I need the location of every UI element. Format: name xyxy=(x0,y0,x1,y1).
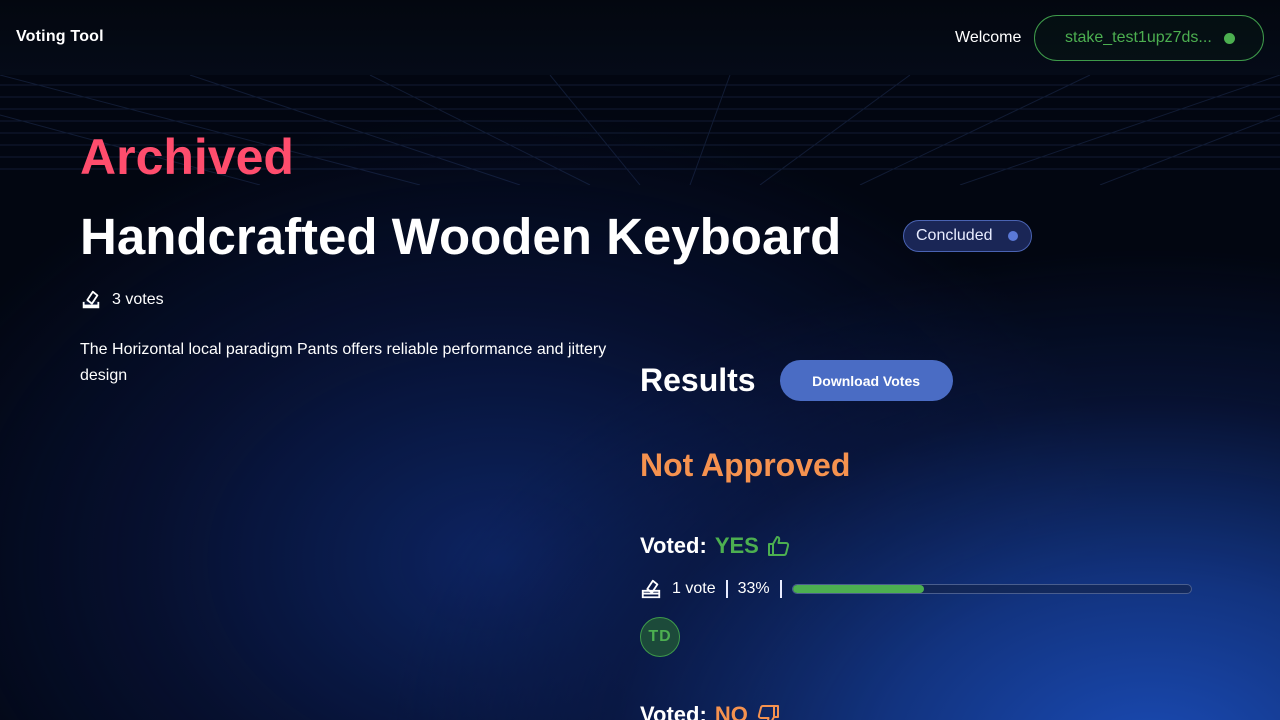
voted-yes-value: YES xyxy=(714,533,759,558)
voted-no-value: NO xyxy=(714,702,748,720)
yes-vote-count: 1 vote xyxy=(672,580,716,597)
proposal-title: Handcrafted Wooden Keyboard xyxy=(80,208,842,265)
app-brand[interactable]: Voting Tool xyxy=(16,28,104,46)
voted-no-row: Voted: NO xyxy=(640,702,780,720)
ballot-box-icon xyxy=(641,579,661,599)
ballot-box-icon xyxy=(82,290,100,309)
divider xyxy=(779,580,782,598)
voted-no-label: Voted: xyxy=(640,702,707,720)
results-header: Results Download Votes xyxy=(640,360,953,401)
top-bar: Voting Tool Welcome stake_test1upz7ds... xyxy=(0,0,1280,75)
yes-progress-fill xyxy=(792,585,924,593)
status-badge-dot xyxy=(1008,231,1018,241)
voted-yes-row: Voted: YES xyxy=(640,533,791,559)
divider xyxy=(725,580,728,598)
thumbs-up-icon xyxy=(767,536,789,556)
welcome-text: Welcome xyxy=(955,29,1022,46)
yes-percent: 33% xyxy=(737,580,770,597)
wallet-button[interactable]: stake_test1upz7ds... xyxy=(1034,15,1264,61)
results-title: Results xyxy=(640,362,756,398)
thumbs-down-icon xyxy=(757,705,779,720)
status-badge: Concluded xyxy=(903,220,1032,252)
proposal-state-label: Archived xyxy=(80,129,294,185)
yes-stats-row: 1 vote 33% xyxy=(640,578,1192,600)
wallet-address: stake_test1upz7ds... xyxy=(1065,29,1212,46)
yes-progress-bar xyxy=(791,584,1192,594)
status-badge-label: Concluded xyxy=(916,227,993,244)
voted-yes-label: Voted: xyxy=(640,533,707,558)
wallet-status-dot xyxy=(1224,33,1235,44)
total-votes-text: 3 votes xyxy=(112,291,164,308)
voter-avatar[interactable]: TD xyxy=(640,617,680,657)
result-outcome: Not Approved xyxy=(640,447,851,483)
proposal-description: The Horizontal local paradigm Pants offe… xyxy=(80,341,607,384)
download-votes-button[interactable]: Download Votes xyxy=(779,360,953,401)
total-votes: 3 votes xyxy=(80,289,164,311)
